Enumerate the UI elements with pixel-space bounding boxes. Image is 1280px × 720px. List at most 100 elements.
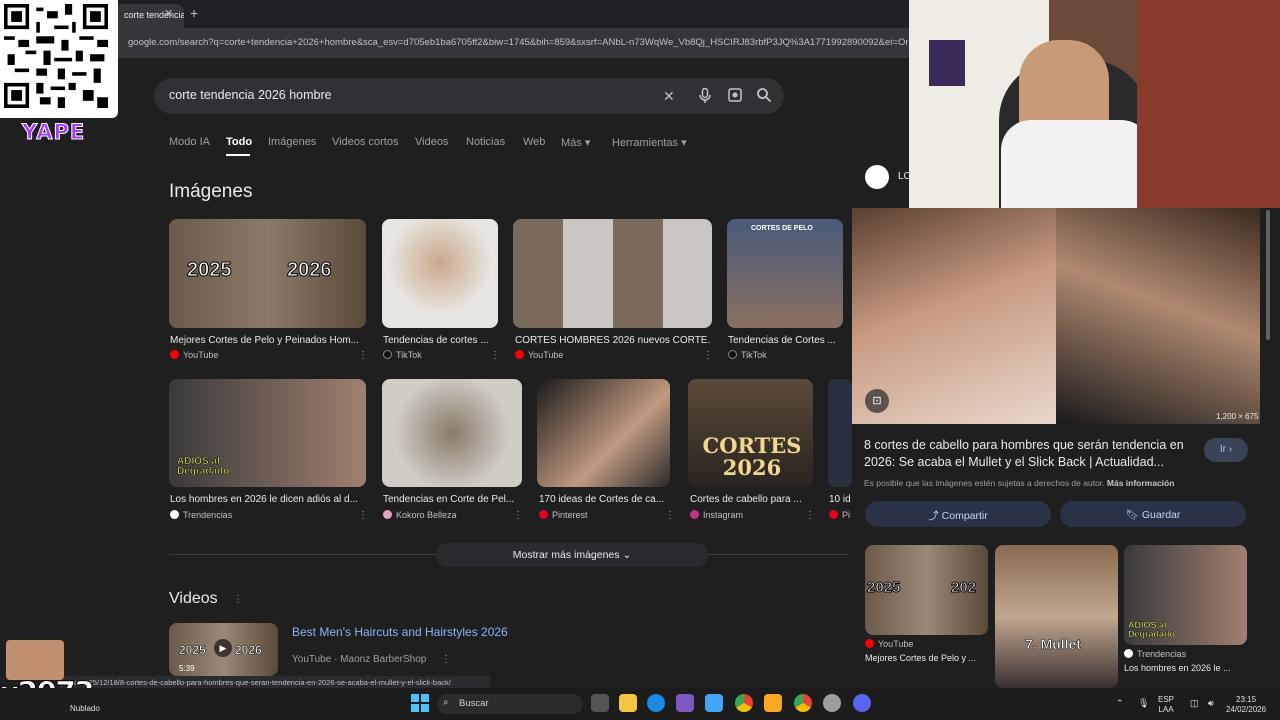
videos-heading: Videos <box>169 590 218 607</box>
image-source: YouTube <box>515 350 563 360</box>
lens-icon[interactable] <box>728 88 742 105</box>
pinterest-icon <box>829 510 838 519</box>
related-source: YouTube <box>865 639 913 649</box>
image-caption[interactable]: Tendencias de Cortes ... <box>728 335 843 346</box>
tab-modo-ia[interactable]: Modo IA <box>169 136 210 148</box>
more-options-icon[interactable]: ⋮ <box>805 510 815 521</box>
more-options-icon[interactable]: ⋮ <box>513 510 523 521</box>
image-result[interactable] <box>828 379 852 487</box>
windows-start-icon[interactable] <box>411 694 429 712</box>
obs-icon[interactable] <box>823 694 841 712</box>
related-caption[interactable]: Mejores Cortes de Pelo y ... <box>865 653 988 663</box>
chevron-up-icon[interactable]: ⌃ <box>1116 698 1124 709</box>
volume-icon[interactable]: 🔊︎ <box>1208 698 1214 709</box>
image-caption[interactable]: Los hombres en 2026 le dicen adiós al d.… <box>170 494 365 505</box>
chrome-icon[interactable] <box>794 694 812 712</box>
chrome-icon[interactable] <box>735 694 753 712</box>
taskbar-search[interactable]: Buscar <box>437 694 583 714</box>
image-result[interactable] <box>513 219 712 328</box>
more-info-link[interactable]: Más información <box>1107 478 1175 488</box>
clear-icon[interactable]: ✕ <box>663 88 675 105</box>
search-icon: ⌕ <box>443 697 449 708</box>
clock[interactable]: 23:15 24/02/2026 <box>1226 695 1266 715</box>
share-icon: ⤴ <box>928 510 939 522</box>
video-thumbnail[interactable]: 2025 2026 ▶ 5:39 <box>169 623 278 676</box>
file-explorer-icon[interactable] <box>619 694 637 712</box>
address-bar[interactable]: google.com/search?q=corte+tendencia+2026… <box>128 37 908 48</box>
related-image[interactable]: 7. Mullet <box>995 545 1118 688</box>
webcam-brick-wall <box>1137 0 1280 208</box>
scrollbar[interactable] <box>1266 210 1270 340</box>
image-source: Trendencias <box>170 510 232 520</box>
app-icon[interactable] <box>764 694 782 712</box>
tab-todo[interactable]: Todo <box>226 136 252 148</box>
image-caption[interactable]: Tendencias de cortes ... <box>383 335 495 346</box>
discord-icon[interactable] <box>853 694 871 712</box>
webcam-shirt <box>1001 120 1151 208</box>
image-result[interactable]: CORTES 2026 <box>688 379 813 487</box>
microphone-icon[interactable]: 🎙︎ <box>1138 698 1149 709</box>
tab-videos[interactable]: Videos <box>415 136 448 148</box>
preview-image-right[interactable] <box>1056 208 1260 424</box>
image-result[interactable] <box>382 219 498 328</box>
tab-noticias[interactable]: Noticias <box>466 136 505 148</box>
tab-web[interactable]: Web <box>523 136 545 148</box>
tab-herramientas[interactable]: Herramientas ▾ <box>612 136 687 149</box>
thumb-text: 202 <box>950 579 977 597</box>
image-result[interactable]: CORTES DE PELO <box>727 219 843 328</box>
more-options-icon[interactable]: ⋮ <box>233 594 243 605</box>
more-options-icon[interactable]: ⋮ <box>358 350 368 361</box>
more-options-icon[interactable]: ⋮ <box>358 510 368 521</box>
image-caption[interactable]: Tendencias en Corte de Pel... <box>383 494 519 505</box>
image-caption[interactable]: 170 ideas de Cortes de ca... <box>539 494 669 505</box>
network-icon[interactable]: ◫ <box>1190 698 1199 709</box>
play-icon[interactable]: ▶ <box>214 639 232 657</box>
image-caption[interactable]: CORTES HOMBRES 2026 nuevos CORTE... <box>515 335 710 346</box>
tab-title: corte tendencia 2026 hombre <box>124 10 184 20</box>
tiktok-icon <box>383 350 392 359</box>
save-button[interactable]: 🔖︎ Guardar <box>1060 501 1246 527</box>
image-result[interactable]: 2025 2026 <box>169 219 366 328</box>
site-favicon <box>865 165 889 189</box>
thumb-text: 7. Mullet <box>1025 636 1082 653</box>
task-view-icon[interactable] <box>591 694 609 712</box>
close-tab-icon[interactable]: ✕ <box>164 7 173 20</box>
more-options-icon[interactable]: ⋮ <box>490 350 500 361</box>
trendencias-icon <box>170 510 179 519</box>
app-icon[interactable] <box>676 694 694 712</box>
image-caption[interactable]: 10 id <box>829 494 851 505</box>
image-caption[interactable]: Mejores Cortes de Pelo y Peinados Hom... <box>170 335 365 346</box>
language-indicator[interactable]: ESP LAA <box>1158 695 1174 715</box>
visit-button[interactable]: Ir › <box>1204 438 1248 462</box>
more-options-icon[interactable]: ⋮ <box>665 510 675 521</box>
weather-text: Nublado <box>70 704 100 713</box>
lens-icon[interactable]: ⊡ <box>865 389 889 413</box>
tab-imagenes[interactable]: Imágenes <box>268 136 316 148</box>
new-tab-icon[interactable]: + <box>190 5 198 21</box>
video-title-link[interactable]: Best Men's Haircuts and Hairstyles 2026 <box>292 625 508 639</box>
image-result[interactable] <box>537 379 670 487</box>
emote-image <box>6 640 64 680</box>
image-result[interactable]: ADIOS al Degradado <box>169 379 366 487</box>
share-button[interactable]: ⤴ Compartir <box>865 501 1051 527</box>
images-heading: Imágenes <box>169 181 253 202</box>
preview-title[interactable]: 8 cortes de cabello para hombres que ser… <box>864 437 1199 471</box>
search-icon[interactable] <box>757 88 772 105</box>
thumb-text: 2026 <box>287 259 332 282</box>
more-options-icon[interactable]: ⋮ <box>441 654 451 665</box>
show-more-images-button[interactable]: Mostrar más imágenes ⌄ <box>436 543 708 567</box>
copilot-icon[interactable] <box>705 694 723 712</box>
microphone-icon[interactable] <box>699 87 711 106</box>
related-caption[interactable]: Los hombres en 2026 le ... <box>1124 663 1247 673</box>
image-source: Instagram <box>690 510 743 520</box>
related-image[interactable]: 2025 202 <box>865 545 988 635</box>
related-image[interactable]: ADIOS al Degradado <box>1124 545 1247 645</box>
search-input[interactable]: corte tendencia 2026 hombre <box>169 88 332 102</box>
edge-icon[interactable] <box>647 694 665 712</box>
tab-videos-cortos[interactable]: Videos cortos <box>332 136 398 148</box>
image-caption[interactable]: Cortes de cabello para ... <box>690 494 812 505</box>
tiktok-icon <box>728 350 737 359</box>
more-options-icon[interactable]: ⋮ <box>703 350 713 361</box>
tab-mas[interactable]: Más ▾ <box>561 136 590 149</box>
image-result[interactable] <box>382 379 522 487</box>
